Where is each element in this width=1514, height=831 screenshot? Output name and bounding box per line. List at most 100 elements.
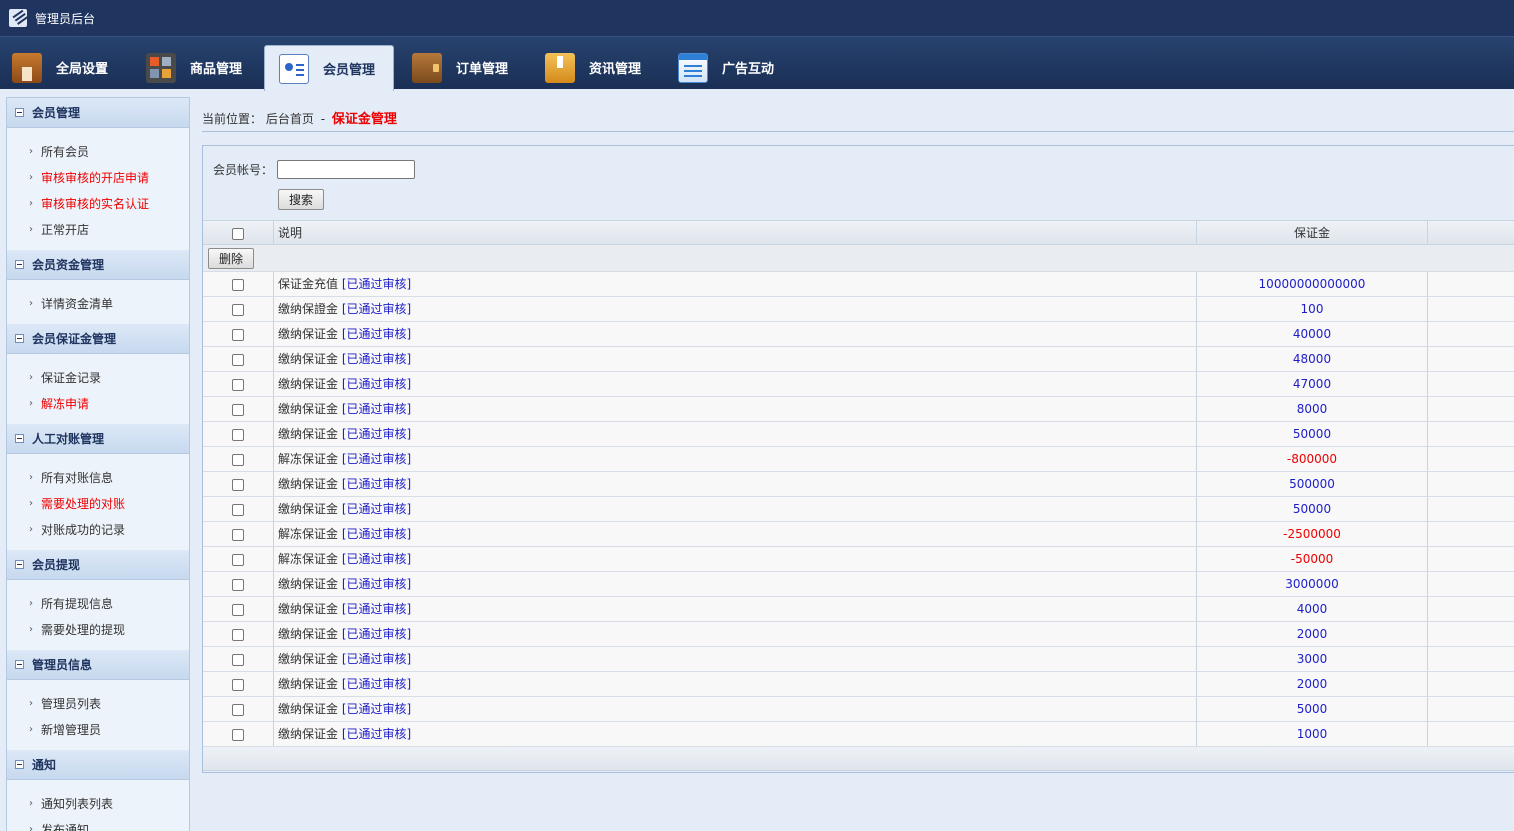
amount-cell: 40000 <box>1196 322 1427 346</box>
sidebar-item-all-reconciliations[interactable]: › 所有对账信息 <box>7 464 189 490</box>
tab-label: 全局设置 <box>56 62 109 77</box>
table-row[interactable]: 缴纳保证金 [已通过审核] 3000000 <box>203 572 1514 597</box>
table-row[interactable]: 缴纳保证金 [已通过审核] 3000 <box>203 647 1514 672</box>
collapse-icon[interactable] <box>15 434 24 443</box>
sidebar-item-publish-notification[interactable]: › 发布通知 <box>7 816 189 831</box>
row-checkbox[interactable] <box>232 653 244 666</box>
description-text: 缴纳保证金 <box>278 577 339 591</box>
row-checkbox[interactable] <box>232 503 244 516</box>
row-checkbox[interactable] <box>232 378 244 391</box>
description-text: 缴纳保证金 <box>278 327 339 341</box>
amount-cell: 1000 <box>1196 722 1427 746</box>
row-checkbox[interactable] <box>232 403 244 416</box>
row-checkbox[interactable] <box>232 553 244 566</box>
row-checkbox-cell <box>203 522 273 546</box>
table-row[interactable]: 缴纳保证金 [已通过审核] 5000 <box>203 697 1514 722</box>
tab-label: 商品管理 <box>190 62 243 77</box>
sidebar-item-unfreeze-requests[interactable]: › 解冻申请 <box>7 390 189 416</box>
sidebar-section-items: › 详情资金清单 <box>7 280 189 324</box>
row-checkbox[interactable] <box>232 578 244 591</box>
select-all-checkbox[interactable] <box>232 227 244 240</box>
amount-value: 50000 <box>1292 502 1332 516</box>
row-checkbox-cell <box>203 697 273 721</box>
sidebar-item-pending-withdrawals[interactable]: › 需要处理的提现 <box>7 616 189 642</box>
row-checkbox[interactable] <box>232 528 244 541</box>
search-button[interactable]: 搜索 <box>278 189 324 210</box>
tab-member-management[interactable]: 会员管理 <box>264 45 394 91</box>
table-row[interactable]: 缴纳保证金 [已通过审核] 48000 <box>203 347 1514 372</box>
sidebar-item-all-members[interactable]: › 所有会员 <box>7 138 189 164</box>
sidebar-item-fund-details[interactable]: › 详情资金清单 <box>7 290 189 316</box>
sidebar-item-normal-stores[interactable]: › 正常开店 <box>7 216 189 242</box>
table-row[interactable]: 缴纳保证金 [已通过审核] 8000 <box>203 397 1514 422</box>
sidebar-item-store-applications[interactable]: › 审核审核的开店申请 <box>7 164 189 190</box>
status-badge: [已通过审核] <box>341 577 412 591</box>
empty-cell <box>1427 497 1514 521</box>
breadcrumb-home-link[interactable]: 后台首页 <box>266 112 314 126</box>
row-checkbox[interactable] <box>232 678 244 691</box>
table-row[interactable]: 缴纳保证金 [已通过审核] 1000 <box>203 722 1514 747</box>
row-checkbox[interactable] <box>232 628 244 641</box>
row-checkbox[interactable] <box>232 328 244 341</box>
tab-goods-management[interactable]: 商品管理 <box>146 45 242 90</box>
status-badge: [已通过审核] <box>341 602 412 616</box>
sidebar-section-withdrawals[interactable]: 会员提现 <box>7 550 189 580</box>
table-row[interactable]: 解冻保证金 [已通过审核] -800000 <box>203 447 1514 472</box>
sidebar-section-admin-info[interactable]: 管理员信息 <box>7 650 189 680</box>
sidebar-item-pending-reconciliations[interactable]: › 需要处理的对账 <box>7 490 189 516</box>
sidebar-item-successful-reconciliations[interactable]: › 对账成功的记录 <box>7 516 189 542</box>
collapse-icon[interactable] <box>15 260 24 269</box>
table-row[interactable]: 解冻保证金 [已通过审核] -50000 <box>203 547 1514 572</box>
collapse-icon[interactable] <box>15 560 24 569</box>
table-row[interactable]: 缴纳保证金 [已通过审核] 40000 <box>203 322 1514 347</box>
member-account-input[interactable] <box>277 160 416 179</box>
table-row[interactable]: 缴纳保证金 [已通过审核] 2000 <box>203 622 1514 647</box>
table-row[interactable]: 解冻保证金 [已通过审核] -2500000 <box>203 522 1514 547</box>
collapse-icon[interactable] <box>15 334 24 343</box>
collapse-icon[interactable] <box>15 660 24 669</box>
table-row[interactable]: 缴纳保证金 [已通过审核] 500000 <box>203 472 1514 497</box>
sidebar-item-notification-list[interactable]: › 通知列表列表 <box>7 790 189 816</box>
table-row[interactable]: 缴纳保证金 [已通过审核] 47000 <box>203 372 1514 397</box>
sidebar-item-real-name-verification[interactable]: › 审核审核的实名认证 <box>7 190 189 216</box>
table-row[interactable]: 缴纳保证金 [已通过审核] 2000 <box>203 672 1514 697</box>
row-checkbox[interactable] <box>232 353 244 366</box>
sidebar-section-items: › 所有提现信息 › 需要处理的提现 <box>7 580 189 650</box>
sidebar-section-member-management[interactable]: 会员管理 <box>7 98 189 128</box>
sidebar-item-label: 对账成功的记录 <box>41 522 126 537</box>
sidebar-section-deposit-management[interactable]: 会员保证金管理 <box>7 324 189 354</box>
row-checkbox[interactable] <box>232 603 244 616</box>
sidebar-item-add-admin[interactable]: › 新增管理员 <box>7 716 189 742</box>
table-row[interactable]: 缴纳保证金 [已通过审核] 4000 <box>203 597 1514 622</box>
collapse-icon[interactable] <box>15 760 24 769</box>
description-cell: 缴纳保证金 [已通过审核] <box>273 422 1196 446</box>
sidebar-item-admin-list[interactable]: › 管理员列表 <box>7 690 189 716</box>
collapse-icon[interactable] <box>15 108 24 117</box>
table-row[interactable]: 缴纳保證金 [已通过审核] 100 <box>203 297 1514 322</box>
sidebar-section-reconciliation[interactable]: 人工对账管理 <box>7 424 189 454</box>
table-row[interactable]: 保证金充值 [已通过审核] 10000000000000 <box>203 272 1514 297</box>
row-checkbox[interactable] <box>232 278 244 291</box>
empty-cell <box>1427 272 1514 296</box>
row-checkbox[interactable] <box>232 428 244 441</box>
sidebar-section-member-funds[interactable]: 会员资金管理 <box>7 250 189 280</box>
sidebar-item-deposit-records[interactable]: › 保证金记录 <box>7 364 189 390</box>
chevron-right-icon: › <box>29 371 33 383</box>
tab-ad-interaction[interactable]: 广告互动 <box>678 45 774 90</box>
row-checkbox[interactable] <box>232 703 244 716</box>
row-checkbox[interactable] <box>232 303 244 316</box>
tab-global-settings[interactable]: 全局设置 <box>12 45 108 90</box>
tab-order-management[interactable]: 订单管理 <box>412 45 508 90</box>
row-checkbox[interactable] <box>232 453 244 466</box>
table-row[interactable]: 缴纳保证金 [已通过审核] 50000 <box>203 422 1514 447</box>
row-checkbox[interactable] <box>232 728 244 741</box>
row-checkbox-cell <box>203 672 273 696</box>
status-badge: [已通过审核] <box>341 677 412 691</box>
delete-button[interactable]: 删除 <box>208 248 254 269</box>
sidebar-item-all-withdrawals[interactable]: › 所有提现信息 <box>7 590 189 616</box>
table-row[interactable]: 缴纳保证金 [已通过审核] 50000 <box>203 497 1514 522</box>
tab-news-management[interactable]: 资讯管理 <box>545 45 641 90</box>
sidebar-section-notifications[interactable]: 通知 <box>7 750 189 780</box>
row-checkbox[interactable] <box>232 478 244 491</box>
admin-logo-icon <box>9 9 27 27</box>
